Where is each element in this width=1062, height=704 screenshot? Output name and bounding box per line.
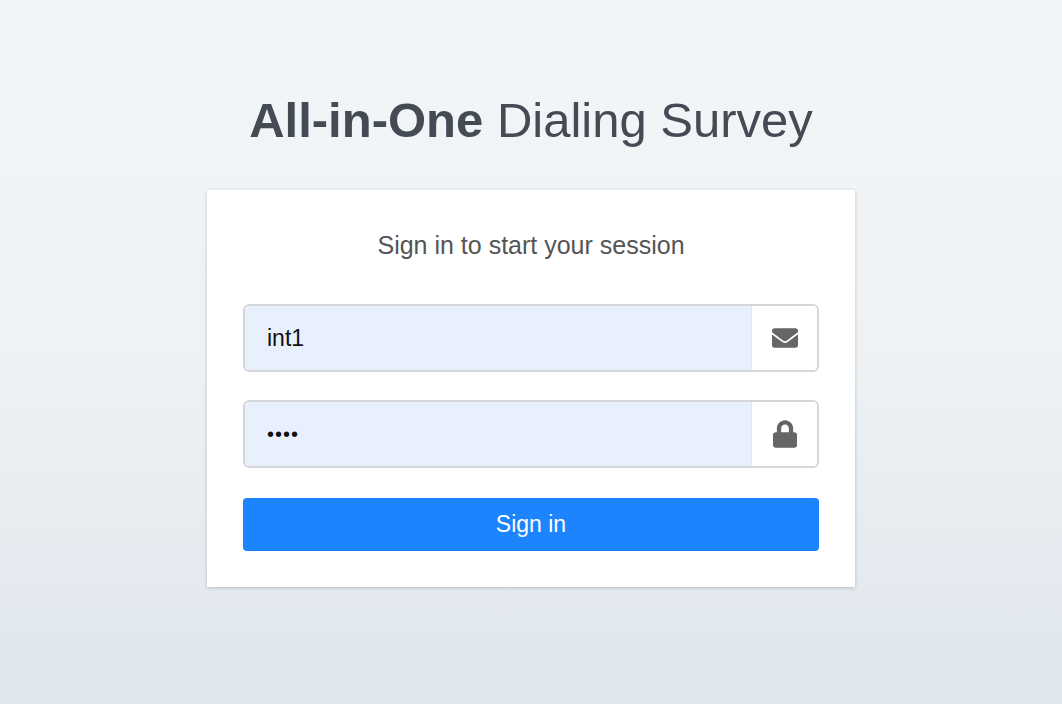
- title-light: Dialing Survey: [497, 93, 813, 147]
- username-input[interactable]: int1: [245, 306, 751, 370]
- password-input[interactable]: ••••: [245, 402, 751, 466]
- login-page: All-in-One Dialing Survey Sign in to star…: [0, 0, 1062, 704]
- login-container: All-in-One Dialing Survey Sign in to star…: [207, 0, 855, 704]
- password-addon: [751, 402, 817, 466]
- page-title: All-in-One Dialing Survey: [249, 86, 813, 154]
- username-field[interactable]: int1: [243, 304, 819, 372]
- login-message: Sign in to start your session: [243, 228, 819, 262]
- password-field[interactable]: ••••: [243, 400, 819, 468]
- envelope-icon: [770, 325, 800, 351]
- lock-icon: [773, 420, 797, 448]
- username-addon: [751, 306, 817, 370]
- sign-in-button[interactable]: Sign in: [243, 498, 819, 551]
- login-card: Sign in to start your session int1 •••• Sig…: [207, 190, 855, 587]
- title-bold: All-in-One: [249, 93, 483, 147]
